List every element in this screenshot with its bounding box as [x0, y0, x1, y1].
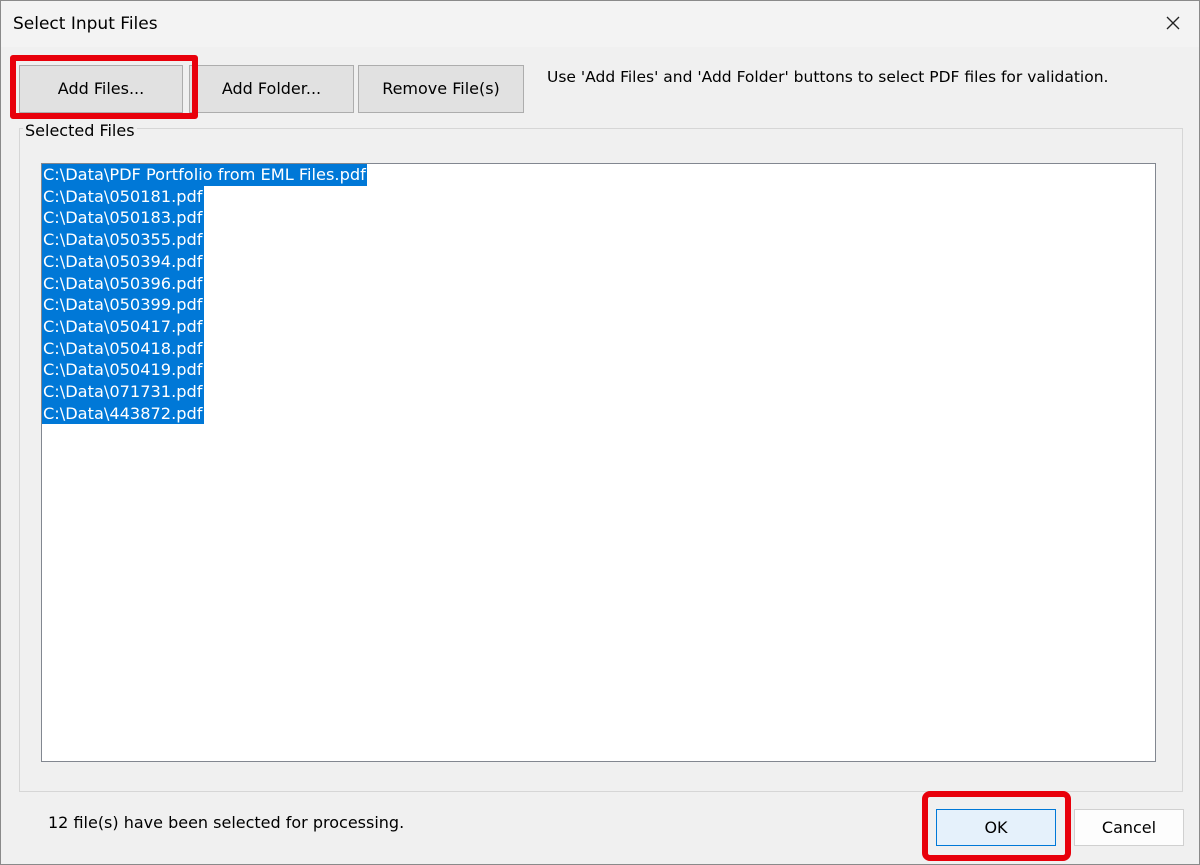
add-folder-label: Add Folder...	[221, 79, 322, 98]
selected-files-group-label: Selected Files	[23, 121, 137, 141]
remove-files-button[interactable]: Remove File(s)	[358, 65, 524, 113]
file-list-item[interactable]: C:\Data\050399.pdf	[42, 294, 204, 316]
file-list-item[interactable]: C:\Data\050418.pdf	[42, 337, 204, 360]
add-files-label: Add Files...	[57, 79, 145, 98]
file-list-item[interactable]: C:\Data\PDF Portfolio from EML Files.pdf	[42, 164, 367, 186]
file-list-item[interactable]: C:\Data\050394.pdf	[42, 250, 204, 273]
file-list-item[interactable]: C:\Data\050181.pdf	[42, 185, 204, 208]
file-list-item[interactable]: C:\Data\443872.pdf	[42, 402, 204, 425]
instruction-text: Use 'Add Files' and 'Add Folder' buttons…	[547, 68, 1109, 86]
file-list-item[interactable]: C:\Data\050417.pdf	[42, 315, 204, 338]
file-list-item[interactable]: C:\Data\050396.pdf	[42, 272, 204, 295]
status-text: 12 file(s) have been selected for proces…	[48, 813, 405, 832]
ok-button[interactable]: OK	[936, 809, 1056, 846]
title-bar: Select Input Files	[1, 1, 1199, 47]
ok-label: OK	[984, 818, 1008, 837]
file-list-item[interactable]: C:\Data\050355.pdf	[42, 229, 204, 251]
add-folder-button[interactable]: Add Folder...	[189, 65, 354, 113]
file-list: C:\Data\PDF Portfolio from EML Files.pdf…	[42, 164, 367, 425]
file-list-item[interactable]: C:\Data\050419.pdf	[42, 359, 204, 382]
file-list-item[interactable]: C:\Data\050183.pdf	[42, 207, 204, 230]
file-list-item[interactable]: C:\Data\071731.pdf	[42, 381, 204, 403]
dialog-title: Select Input Files	[13, 14, 158, 34]
close-icon	[1166, 16, 1180, 30]
selected-files-listbox[interactable]: C:\Data\PDF Portfolio from EML Files.pdf…	[41, 163, 1156, 762]
cancel-button[interactable]: Cancel	[1074, 809, 1184, 846]
cancel-label: Cancel	[1101, 818, 1157, 837]
add-files-button[interactable]: Add Files...	[19, 65, 183, 113]
select-input-files-dialog: Select Input Files Add Files... Add Fold…	[0, 0, 1200, 865]
remove-files-label: Remove File(s)	[382, 79, 500, 98]
close-button[interactable]	[1151, 3, 1195, 43]
